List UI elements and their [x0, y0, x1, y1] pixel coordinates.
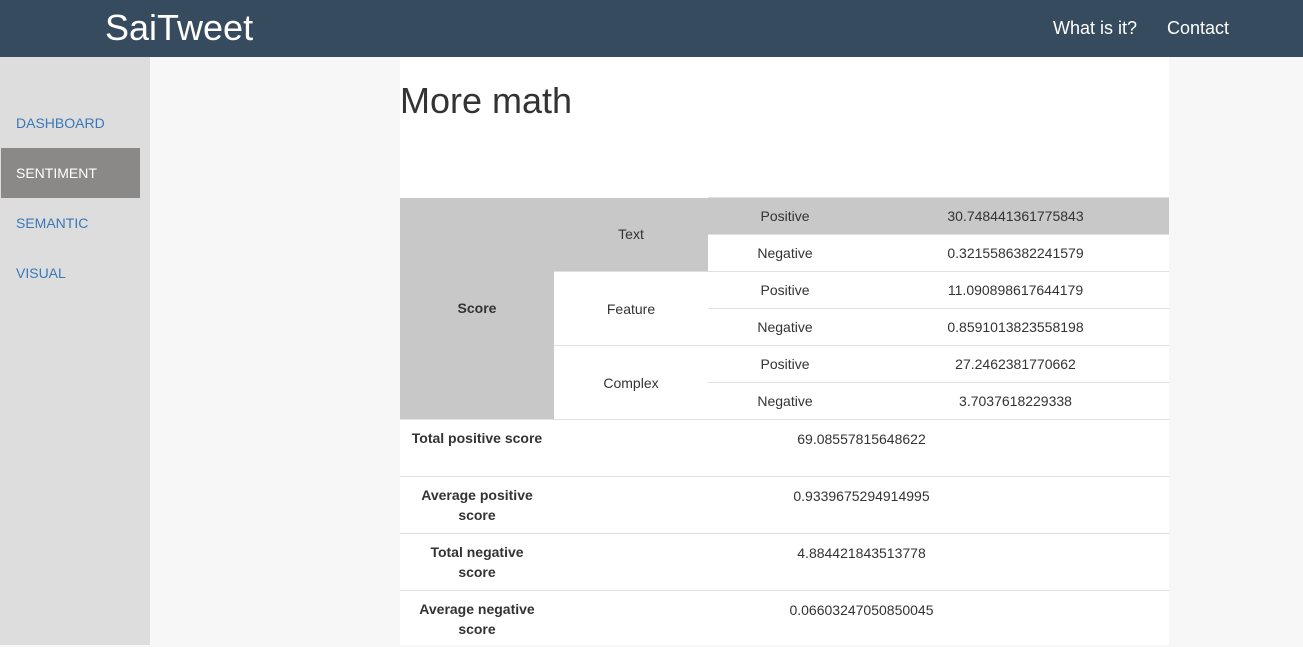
summary-label: Total positive score	[400, 420, 554, 477]
summary-row: Total negative score 4.884421843513778	[400, 534, 1169, 591]
score-value: 11.090898617644179	[862, 272, 1169, 309]
sidebar-item-semantic[interactable]: SEMANTIC	[1, 198, 140, 248]
summary-row: Average positive score 0.933967529491499…	[400, 477, 1169, 534]
summary-row: Average negative score 0.066032470508500…	[400, 591, 1169, 647]
summary-label: Average negative score	[400, 591, 554, 647]
score-label: Score	[400, 198, 554, 420]
summary-row: Total positive score 69.08557815648622	[400, 420, 1169, 477]
summary-value: 0.06603247050850045	[554, 591, 1169, 647]
group-label-feature: Feature	[554, 272, 708, 346]
polarity-label: Positive	[708, 272, 862, 309]
math-table: Score Text Positive 30.748441361775843 N…	[400, 197, 1169, 647]
main-content: More math Score Text Positive 30.7484413…	[400, 57, 1169, 645]
group-label-complex: Complex	[554, 346, 708, 420]
summary-value: 0.9339675294914995	[554, 477, 1169, 534]
group-label-text: Text	[554, 198, 708, 272]
score-value: 0.8591013823558198	[862, 309, 1169, 346]
table-row: Score Text Positive 30.748441361775843	[400, 198, 1169, 235]
nav-what-is-it-link[interactable]: What is it?	[1053, 17, 1137, 39]
score-value: 27.2462381770662	[862, 346, 1169, 383]
score-value: 30.748441361775843	[862, 198, 1169, 235]
nav-contact-link[interactable]: Contact	[1167, 17, 1229, 39]
score-value: 0.3215586382241579	[862, 235, 1169, 272]
top-navbar: SaiTweet What is it? Contact	[0, 0, 1303, 57]
polarity-label: Positive	[708, 346, 862, 383]
polarity-label: Negative	[708, 235, 862, 272]
polarity-label: Negative	[708, 309, 862, 346]
summary-value: 4.884421843513778	[554, 534, 1169, 591]
summary-label: Total negative score	[400, 534, 554, 591]
summary-value: 69.08557815648622	[554, 420, 1169, 477]
polarity-label: Negative	[708, 383, 862, 420]
brand-link[interactable]: SaiTweet	[105, 6, 253, 50]
sidebar-item-visual[interactable]: VISUAL	[1, 248, 140, 298]
sidebar: DASHBOARD SENTIMENT SEMANTIC VISUAL	[0, 57, 150, 645]
sidebar-item-dashboard[interactable]: DASHBOARD	[1, 98, 140, 148]
page-title: More math	[400, 79, 572, 123]
polarity-label: Positive	[708, 198, 862, 235]
summary-label: Average positive score	[400, 477, 554, 534]
sidebar-item-sentiment[interactable]: SENTIMENT	[1, 148, 140, 198]
score-value: 3.7037618229338	[862, 383, 1169, 420]
